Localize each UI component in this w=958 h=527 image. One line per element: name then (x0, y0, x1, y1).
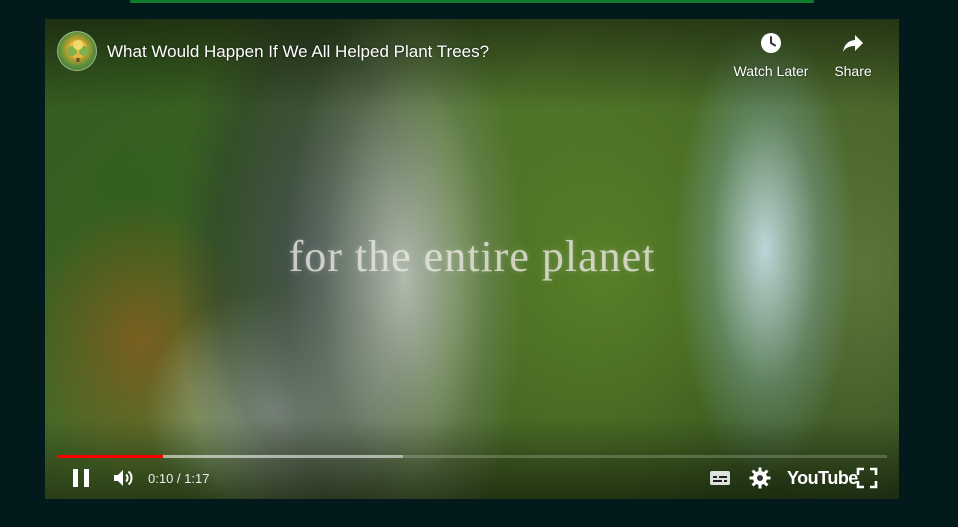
gear-icon (749, 467, 771, 489)
share-label: Share (834, 63, 872, 79)
video-player[interactable]: What Would Happen If We All Helped Plant… (45, 19, 899, 499)
watch-later-button[interactable]: Watch Later (731, 31, 811, 79)
fullscreen-icon (856, 467, 878, 489)
fullscreen-button[interactable] (855, 466, 879, 490)
pause-button[interactable] (69, 466, 93, 490)
video-caption: for the entire planet (288, 232, 656, 281)
time-display: 0:10 / 1:17 (148, 471, 210, 486)
tree-icon (67, 40, 89, 62)
share-button[interactable]: Share (813, 31, 893, 79)
played-bar (57, 455, 164, 458)
progress-bar[interactable] (57, 455, 887, 458)
youtube-logo[interactable]: YouTube (787, 468, 858, 492)
clock-icon (761, 33, 781, 53)
video-title[interactable]: What Would Happen If We All Helped Plant… (107, 42, 489, 62)
channel-logo[interactable] (57, 31, 97, 71)
subtitles-button[interactable] (708, 466, 732, 490)
top-strip (130, 0, 814, 3)
settings-button[interactable] (748, 466, 772, 490)
watch-later-label: Watch Later (733, 63, 809, 79)
volume-icon (114, 470, 133, 486)
subtitles-icon (710, 471, 730, 485)
volume-button[interactable] (111, 466, 135, 490)
pause-icon (73, 469, 89, 487)
share-icon (843, 35, 863, 52)
